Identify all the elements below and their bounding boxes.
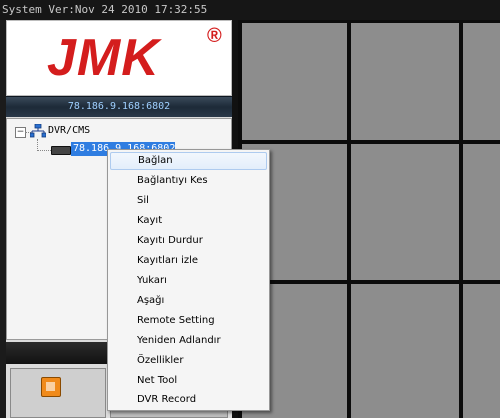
menu-item-yukari[interactable]: Yukarı xyxy=(110,272,267,290)
title-bar: System Ver:Nov 24 2010 17:32:55 xyxy=(0,0,500,20)
menu-item-baglan[interactable]: Bağlan xyxy=(110,152,267,170)
menu-item-sil[interactable]: Sil xyxy=(110,192,267,210)
menu-item-remote-setting[interactable]: Remote Setting xyxy=(110,312,267,330)
video-cell[interactable] xyxy=(463,284,500,418)
server-address-bar: 78.186.9.168:6802 xyxy=(6,96,232,117)
menu-item-kayiti-durdur[interactable]: Kayıtı Durdur xyxy=(110,232,267,250)
menu-item-asagi[interactable]: Aşağı xyxy=(110,292,267,310)
context-menu: Bağlan Bağlantıyı Kes Sil Kayıt Kayıtı D… xyxy=(107,149,270,411)
menu-item-yeniden-adlandir[interactable]: Yeniden Adlandır xyxy=(110,332,267,350)
tree-connector xyxy=(37,150,51,151)
video-cell[interactable] xyxy=(242,23,347,140)
video-cell[interactable] xyxy=(351,284,459,418)
network-icon xyxy=(30,124,46,138)
registered-mark: ® xyxy=(207,25,222,47)
logo-area: JMK ® xyxy=(6,20,232,96)
video-cell[interactable] xyxy=(463,23,500,140)
tree-root-label[interactable]: DVR/CMS xyxy=(48,125,90,136)
bottom-tab-devices[interactable] xyxy=(10,368,106,418)
menu-item-net-tool[interactable]: Net Tool xyxy=(110,372,267,390)
video-cell[interactable] xyxy=(351,23,459,140)
device-list-icon xyxy=(41,377,61,397)
menu-item-dvr-record[interactable]: DVR Record xyxy=(110,391,267,409)
brand-logo: JMK xyxy=(47,29,160,87)
menu-item-baglantiyi-kes[interactable]: Bağlantıyı Kes xyxy=(110,172,267,190)
menu-item-ozellikler[interactable]: Özellikler xyxy=(110,352,267,370)
menu-item-kayitlari-izle[interactable]: Kayıtları izle xyxy=(110,252,267,270)
video-grid xyxy=(238,20,500,418)
video-cell[interactable] xyxy=(351,144,459,280)
video-cell[interactable] xyxy=(463,144,500,280)
dvr-icon xyxy=(51,146,71,155)
menu-item-kayit[interactable]: Kayıt xyxy=(110,212,267,230)
